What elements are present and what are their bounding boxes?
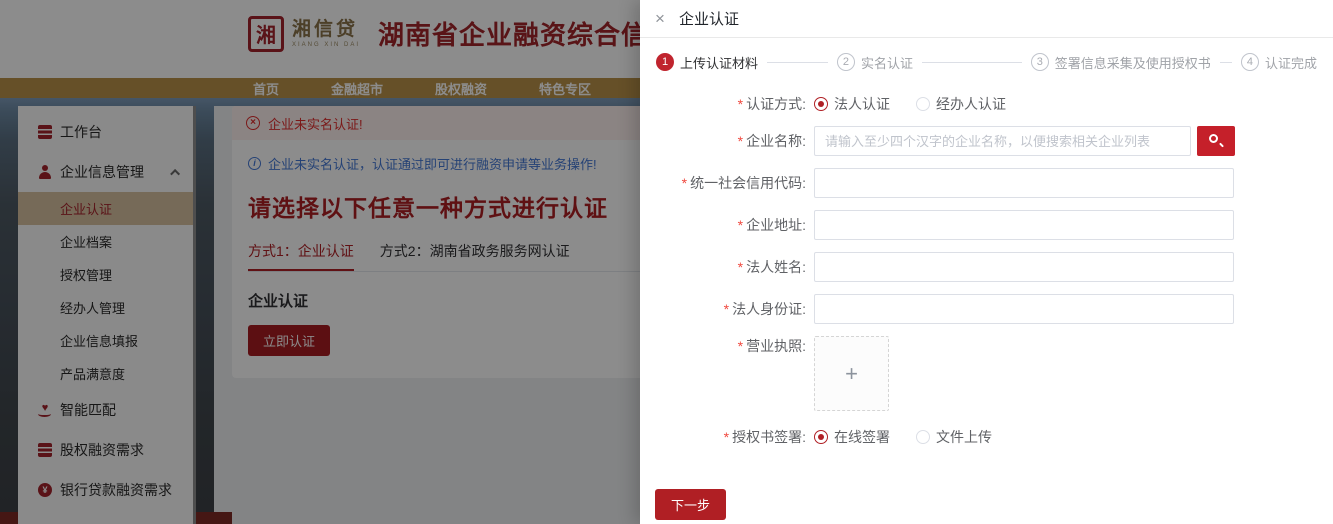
step-indicator: 1 上传认证材料 2 实名认证 3 签署信息采集及使用授权书 4 认证完成 [640,52,1333,72]
step-label: 实名认证 [861,53,913,72]
field-label: *统一社会信用代码: [640,173,814,193]
form-row-credit-code: *统一社会信用代码: [640,168,1333,198]
field-label: *认证方式: [640,94,814,114]
step-sign-authorization: 3 签署信息采集及使用授权书 [1031,53,1211,72]
form-row-legal-id: *法人身份证: [640,294,1333,324]
radio-online-sign[interactable] [814,430,828,444]
next-step-button[interactable]: 下一步 [655,489,726,520]
field-label: *营业执照: [640,336,814,356]
plus-icon: + [845,361,858,387]
required-marker: * [738,259,743,275]
required-marker: * [738,217,743,233]
step-connector [767,62,828,63]
radio-label[interactable]: 文件上传 [936,427,992,447]
form-row-address: *企业地址: [640,210,1333,240]
label-text: 法人身份证: [732,301,806,317]
step-number: 1 [656,53,674,71]
required-marker: * [682,175,687,191]
search-button[interactable] [1197,126,1235,156]
step-complete: 4 认证完成 [1241,53,1317,72]
label-text: 企业名称: [746,133,806,149]
form-row-auth-method: *认证方式: 法人认证 经办人认证 [640,94,1333,114]
field-label: *企业地址: [640,215,814,235]
field-label: *法人姓名: [640,257,814,277]
label-text: 统一社会信用代码: [690,175,806,191]
step-number: 2 [837,53,855,71]
form-row-company-name: *企业名称: [640,126,1333,156]
step-connector [1220,62,1232,63]
drawer-header: × 企业认证 [640,0,1333,38]
company-address-input[interactable] [814,210,1234,240]
legal-person-id-input[interactable] [814,294,1234,324]
step-connector [922,62,1022,63]
company-name-input[interactable] [814,126,1191,156]
field-label: *法人身份证: [640,299,814,319]
step-number: 4 [1241,53,1259,71]
required-marker: * [724,429,729,445]
step-label: 认证完成 [1265,53,1317,72]
credit-code-input[interactable] [814,168,1234,198]
field-label: *企业名称: [640,131,814,151]
close-icon[interactable]: × [655,10,665,27]
required-marker: * [724,301,729,317]
required-marker: * [738,133,743,149]
step-label: 签署信息采集及使用授权书 [1055,53,1211,72]
step-realname-auth: 2 实名认证 [837,53,913,72]
step-upload-materials: 1 上传认证材料 [656,53,758,72]
radio-label[interactable]: 法人认证 [834,94,890,114]
form-row-business-license: *营业执照: + [640,336,1333,411]
search-icon [1209,134,1218,143]
legal-person-name-input[interactable] [814,252,1234,282]
form-row-legal-name: *法人姓名: [640,252,1333,282]
company-auth-drawer: × 企业认证 1 上传认证材料 2 实名认证 3 签署信息采集及使用授权书 4 … [640,0,1333,524]
required-marker: * [738,338,743,354]
drawer-title: 企业认证 [679,8,739,29]
step-number: 3 [1031,53,1049,71]
label-text: 营业执照: [746,338,806,354]
radio-legal-person-auth[interactable] [814,97,828,111]
auth-form: *认证方式: 法人认证 经办人认证 *企业名称: *统一社会信用代码: [640,94,1333,520]
label-text: 授权书签署: [732,429,806,445]
radio-agent-auth[interactable] [916,97,930,111]
radio-label[interactable]: 经办人认证 [936,94,1006,114]
field-label: *授权书签署: [640,427,814,447]
label-text: 认证方式: [746,96,806,112]
step-label: 上传认证材料 [680,53,758,72]
radio-file-upload[interactable] [916,430,930,444]
label-text: 企业地址: [746,217,806,233]
license-upload-box[interactable]: + [814,336,889,411]
radio-label[interactable]: 在线签署 [834,427,890,447]
form-row-authorization-sign: *授权书签署: 在线签署 文件上传 [640,427,1333,447]
label-text: 法人姓名: [746,259,806,275]
required-marker: * [738,96,743,112]
